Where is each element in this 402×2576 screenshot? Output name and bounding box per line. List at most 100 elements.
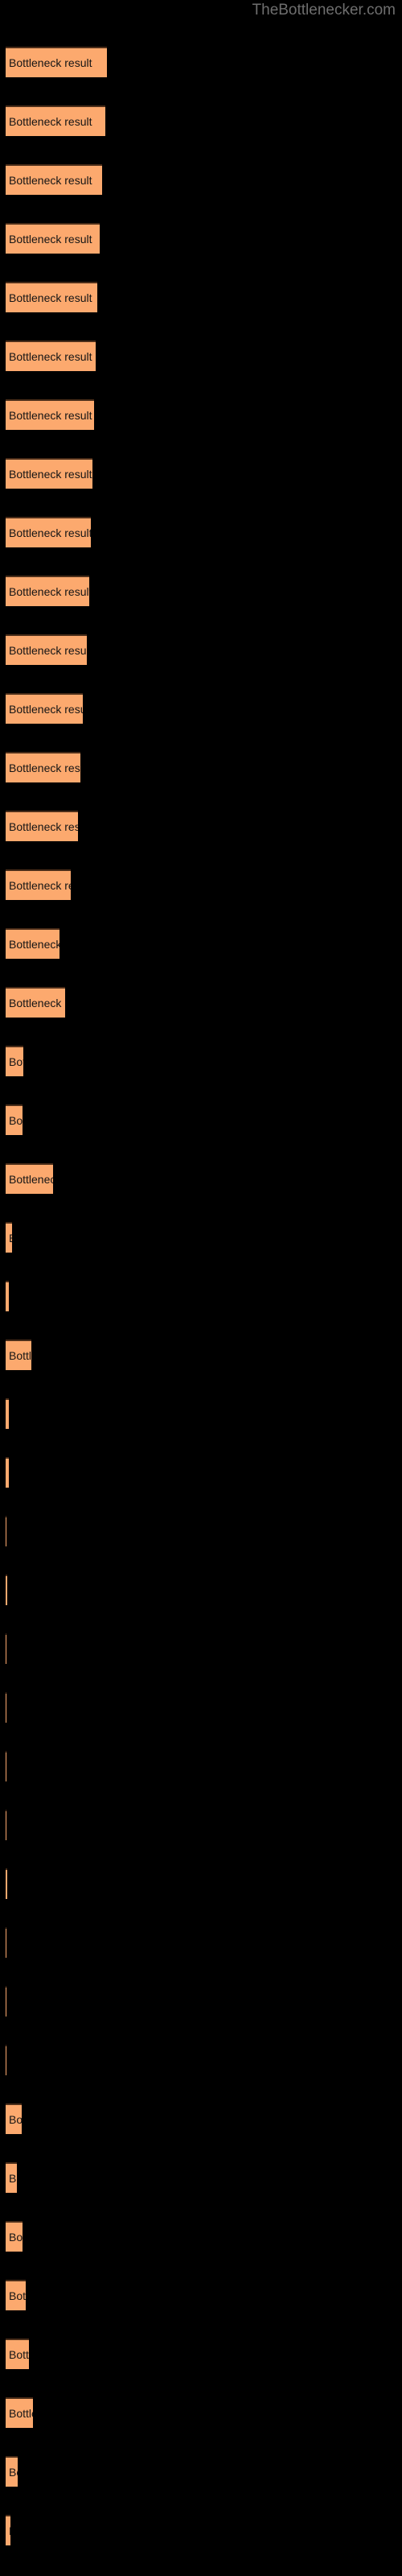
bar-label: Bottleneck result xyxy=(9,1349,31,1362)
bar-label: Bottleneck result xyxy=(9,526,91,539)
bar-row: Bottleneck result xyxy=(0,2515,402,2547)
bar-row: Bottleneck result xyxy=(0,869,402,902)
bar-label: Bottleneck result xyxy=(9,997,65,1009)
bar[interactable]: Bottleneck result xyxy=(6,2221,23,2252)
bar[interactable]: Bottleneck result xyxy=(6,223,100,254)
bar[interactable]: Bottleneck result xyxy=(6,1163,53,1194)
bar[interactable]: Bottleneck result xyxy=(6,2280,26,2310)
bar-label: Bottleneck result xyxy=(9,468,92,481)
bar-row: Bottleneck result xyxy=(0,811,402,843)
bar[interactable]: Bottleneck result xyxy=(6,576,89,606)
bar[interactable]: Bottleneck result xyxy=(6,105,105,136)
bar[interactable]: Bottleneck result xyxy=(6,1222,12,1253)
bar-row: Bottleneck result xyxy=(0,2456,402,2488)
bar-row: Bottleneck result xyxy=(0,987,402,1019)
bar[interactable]: Bottleneck result xyxy=(6,2456,18,2487)
bar-row: Bottleneck result xyxy=(0,1457,402,1489)
bar[interactable]: Bottleneck result xyxy=(6,341,96,371)
bar-row: Bottleneck result xyxy=(0,399,402,431)
bar-label: Bottleneck result xyxy=(9,644,87,657)
bar-label: Bottleneck result xyxy=(9,2172,17,2185)
bar-label: Bottleneck result xyxy=(9,1055,23,1068)
bar-label: Bottleneck result xyxy=(9,2348,29,2361)
bar-label: Bottleneck result xyxy=(9,703,83,716)
bar-row: Bottleneck result xyxy=(0,1927,402,1959)
bar[interactable]: Bottleneck result xyxy=(6,1281,9,1311)
bar-row: Bottleneck result xyxy=(0,693,402,725)
bar-label: Bottleneck result xyxy=(9,56,92,69)
bar-label: Bottleneck result xyxy=(9,2289,26,2302)
bar-label: Bottleneck result xyxy=(9,291,92,304)
bar-row: Bottleneck result xyxy=(0,105,402,138)
bar[interactable]: Bottleneck result xyxy=(6,517,91,547)
bar-label: Bottleneck result xyxy=(9,2113,22,2126)
bar-label: Bottleneck result xyxy=(9,585,89,598)
bar[interactable]: Bottleneck result xyxy=(6,47,107,77)
bar-row: Bottleneck result xyxy=(0,1340,402,1372)
bar-row: Bottleneck result xyxy=(0,576,402,608)
bar-row: Bottleneck result xyxy=(0,2221,402,2253)
bar-label: Bottleneck result xyxy=(9,1114,23,1127)
bar-row: Bottleneck result xyxy=(0,2339,402,2371)
bar[interactable]: Bottleneck result xyxy=(6,2103,22,2134)
bar[interactable]: Bottleneck result xyxy=(6,1457,9,1488)
bar[interactable]: Bottleneck result xyxy=(6,1104,23,1135)
bar-row: Bottleneck result xyxy=(0,223,402,255)
bar-row: Bottleneck result xyxy=(0,1633,402,1666)
bar-label: Bottleneck result xyxy=(9,938,59,951)
bar[interactable]: Bottleneck result xyxy=(6,811,78,841)
bar-row: Bottleneck result xyxy=(0,752,402,784)
bar-label: Bottleneck result xyxy=(9,879,71,892)
bar-row: Bottleneck result xyxy=(0,1046,402,1078)
bar[interactable]: Bottleneck result xyxy=(6,1340,31,1370)
bar-row: Bottleneck result xyxy=(0,1281,402,1313)
bar[interactable]: Bottleneck result xyxy=(6,164,102,195)
bar-row: Bottleneck result xyxy=(0,282,402,314)
bar-label: Bottleneck result xyxy=(9,2466,18,2479)
bar-row: Bottleneck result xyxy=(0,458,402,490)
bar[interactable]: Bottleneck result xyxy=(6,1575,7,1605)
bar[interactable]: Bottleneck result xyxy=(6,458,92,489)
bar-row: Bottleneck result xyxy=(0,164,402,196)
bar-label: Bottleneck result xyxy=(9,350,92,363)
bar-label: Bottleneck result xyxy=(9,174,92,187)
bar-row: Bottleneck result xyxy=(0,1163,402,1195)
bar[interactable]: Bottleneck result xyxy=(6,634,87,665)
bar[interactable]: Bottleneck result xyxy=(6,2339,29,2369)
bar[interactable]: Bottleneck result xyxy=(6,1046,23,1076)
bottleneck-bar-chart: Bottleneck result Bottleneck result Bottle… xyxy=(0,0,402,2576)
bar[interactable]: Bottleneck result xyxy=(6,1398,9,1429)
bar-row: Bottleneck result xyxy=(0,2280,402,2312)
bar-row: Bottleneck result xyxy=(0,1692,402,1724)
bar-label: Bottleneck result xyxy=(9,2407,33,2420)
bar-label: Bottleneck result xyxy=(9,233,92,246)
bar[interactable]: Bottleneck result xyxy=(6,987,65,1018)
bar-row: Bottleneck result xyxy=(0,2103,402,2136)
bar[interactable]: Bottleneck result xyxy=(6,869,71,900)
bar[interactable]: Bottleneck result xyxy=(6,693,83,724)
bar-label: Bottleneck result xyxy=(9,1232,12,1244)
bar[interactable]: Bottleneck result xyxy=(6,1868,7,1899)
bar-label: Bottleneck result xyxy=(9,2231,23,2244)
bar[interactable]: Bottleneck result xyxy=(6,282,97,312)
bar[interactable]: Bottleneck result xyxy=(6,2162,17,2193)
bar-row: Bottleneck result xyxy=(0,928,402,960)
bar[interactable]: Bottleneck result xyxy=(6,2397,33,2428)
bar-row: Bottleneck result xyxy=(0,2045,402,2077)
bar[interactable]: Bottleneck result xyxy=(6,399,94,430)
bar-row: Bottleneck result xyxy=(0,2397,402,2429)
bar-label: Bottleneck result xyxy=(9,1173,53,1186)
bar-label: Bottleneck result xyxy=(9,820,78,833)
bar-row: Bottleneck result xyxy=(0,1810,402,1842)
bar-row: Bottleneck result xyxy=(0,634,402,667)
bar-row: Bottleneck result xyxy=(0,1986,402,2018)
bar-label: Bottleneck result xyxy=(9,2525,10,2537)
bar[interactable]: Bottleneck result xyxy=(6,2515,10,2545)
bar-row: Bottleneck result xyxy=(0,1575,402,1607)
bar-row: Bottleneck result xyxy=(0,517,402,549)
bar-label: Bottleneck result xyxy=(9,409,92,422)
bar-row: Bottleneck result xyxy=(0,1398,402,1430)
bar-label: Bottleneck result xyxy=(9,115,92,128)
bar[interactable]: Bottleneck result xyxy=(6,928,59,959)
bar[interactable]: Bottleneck result xyxy=(6,752,80,782)
